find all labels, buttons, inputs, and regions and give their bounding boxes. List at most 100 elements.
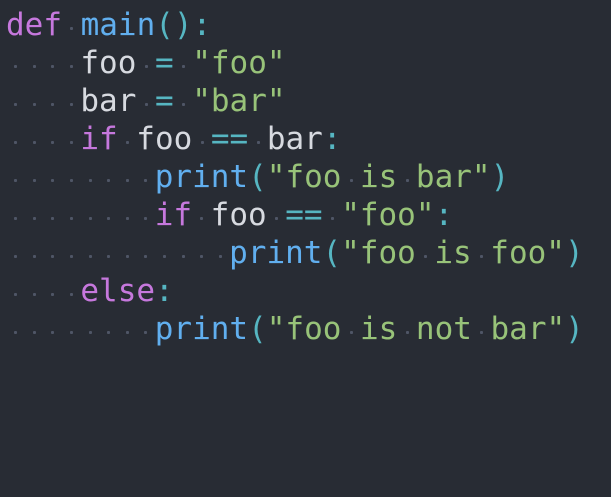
whitespace-marker <box>6 272 25 310</box>
whitespace-marker <box>25 234 44 272</box>
whitespace-marker <box>43 310 62 348</box>
code-token-string: is <box>360 159 398 195</box>
code-token-string: "foo <box>266 159 342 195</box>
whitespace-marker <box>43 82 62 120</box>
whitespace-marker <box>25 120 44 158</box>
code-token-keyword: if <box>80 121 118 157</box>
whitespace-marker <box>397 158 416 196</box>
whitespace-marker <box>62 196 81 234</box>
code-token-op: == <box>285 197 323 233</box>
whitespace-marker <box>6 234 25 272</box>
code-token-punct: ) <box>564 235 584 271</box>
code-line[interactable]: if foo == bar: <box>6 120 584 158</box>
whitespace-marker <box>136 234 155 272</box>
whitespace-marker <box>248 120 267 158</box>
whitespace-marker <box>267 196 286 234</box>
whitespace-marker <box>192 196 211 234</box>
whitespace-marker <box>43 196 62 234</box>
whitespace-marker <box>6 44 25 82</box>
code-line[interactable]: def main(): <box>6 6 584 44</box>
whitespace-marker <box>25 196 44 234</box>
code-token-string: "foo" <box>341 197 435 233</box>
whitespace-marker <box>341 158 360 196</box>
whitespace-marker <box>25 44 44 82</box>
code-line[interactable]: print("foo is not bar") <box>6 310 584 348</box>
whitespace-marker <box>6 158 25 196</box>
code-token-punct: ( <box>248 159 267 195</box>
code-token-string: "foo <box>266 311 342 347</box>
whitespace-marker <box>99 158 118 196</box>
whitespace-marker <box>43 120 62 158</box>
code-token-op: = <box>154 45 174 81</box>
code-token-keyword: else <box>80 273 156 309</box>
code-area[interactable]: def main(): foo = "foo" bar = "bar" if f… <box>6 6 584 348</box>
whitespace-marker <box>192 120 211 158</box>
whitespace-marker <box>99 310 118 348</box>
code-token-string: not <box>415 311 472 347</box>
whitespace-marker <box>43 234 62 272</box>
code-token-punct: : <box>434 197 454 233</box>
whitespace-marker <box>472 234 491 272</box>
code-token-keyword: def <box>6 7 62 43</box>
code-token-punct: ) <box>565 311 584 347</box>
whitespace-marker <box>62 82 81 120</box>
whitespace-marker <box>6 120 25 158</box>
whitespace-marker <box>62 158 81 196</box>
whitespace-marker <box>80 158 99 196</box>
code-token-string: is <box>360 311 398 347</box>
code-token-ident: foo <box>136 121 193 157</box>
code-editor[interactable]: def main(): foo = "foo" bar = "bar" if f… <box>0 0 611 497</box>
code-token-ident: foo <box>80 45 137 81</box>
code-token-string: "bar" <box>192 83 286 119</box>
code-token-keyword: if <box>154 197 193 233</box>
whitespace-marker <box>62 120 81 158</box>
whitespace-marker <box>62 272 81 310</box>
whitespace-marker <box>416 234 435 272</box>
whitespace-marker <box>155 234 174 272</box>
code-token-punct: ( <box>322 235 342 271</box>
whitespace-marker <box>136 82 155 120</box>
code-token-string: foo" <box>490 235 565 271</box>
code-token-op: = <box>154 83 174 119</box>
code-line[interactable]: print("foo is foo") <box>6 234 584 272</box>
code-line[interactable]: else: <box>6 272 584 310</box>
code-token-punct: ) <box>490 159 510 195</box>
code-token-string: bar" <box>415 159 491 195</box>
whitespace-marker <box>25 82 44 120</box>
whitespace-marker <box>118 196 137 234</box>
whitespace-marker <box>43 158 62 196</box>
code-token-string: "foo" <box>192 45 286 81</box>
whitespace-marker <box>397 310 416 348</box>
whitespace-marker <box>43 44 62 82</box>
code-token-punct: ( <box>248 311 267 347</box>
whitespace-marker <box>174 82 193 120</box>
code-token-string: "foo <box>341 235 416 271</box>
whitespace-marker <box>80 234 99 272</box>
whitespace-marker <box>118 234 137 272</box>
code-token-ident: bar <box>80 83 137 119</box>
code-line[interactable]: print("foo is bar") <box>6 158 584 196</box>
whitespace-marker <box>136 196 155 234</box>
code-token-punct: : <box>322 121 342 157</box>
code-token-func: main <box>80 7 156 43</box>
code-token-op: == <box>210 121 249 157</box>
whitespace-marker <box>25 272 44 310</box>
whitespace-marker <box>99 234 118 272</box>
whitespace-marker <box>25 158 44 196</box>
whitespace-marker <box>192 234 211 272</box>
whitespace-marker <box>472 310 491 348</box>
whitespace-marker <box>341 310 360 348</box>
whitespace-marker <box>6 196 25 234</box>
whitespace-marker <box>62 6 81 44</box>
code-token-ident: bar <box>266 121 323 157</box>
whitespace-marker <box>136 44 155 82</box>
whitespace-marker <box>25 310 44 348</box>
code-line[interactable]: foo = "foo" <box>6 44 584 82</box>
whitespace-marker <box>174 44 193 82</box>
code-line[interactable]: bar = "bar" <box>6 82 584 120</box>
code-line[interactable]: if foo == "foo": <box>6 196 584 234</box>
whitespace-marker <box>173 234 192 272</box>
whitespace-marker <box>136 158 155 196</box>
whitespace-marker <box>211 234 230 272</box>
whitespace-marker <box>80 310 99 348</box>
